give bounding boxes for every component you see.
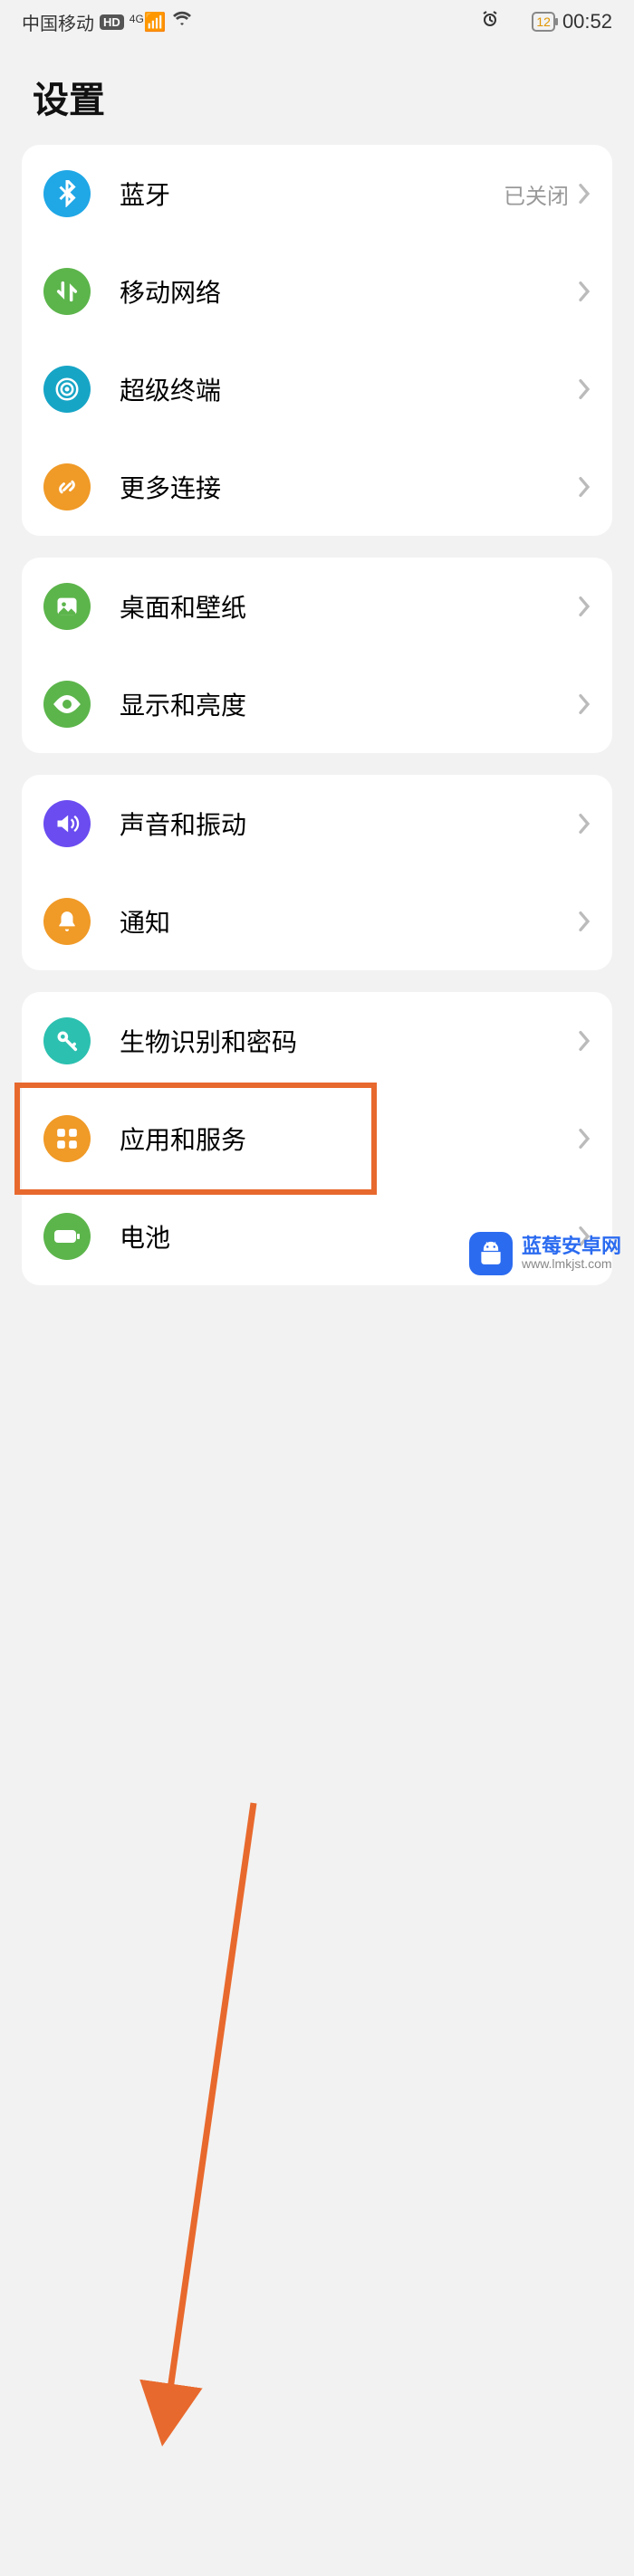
settings-list: 蓝牙已关闭移动网络超级终端更多连接桌面和壁纸显示和亮度声音和振动通知生物识别和密… xyxy=(0,145,634,1285)
row-label: 更多连接 xyxy=(91,469,578,505)
battery-indicator: 12 xyxy=(532,12,555,32)
settings-row-super-terminal[interactable]: 超级终端 xyxy=(22,340,612,438)
row-label: 声音和振动 xyxy=(91,806,578,842)
sound-icon xyxy=(43,800,91,847)
settings-row-display-brightness[interactable]: 显示和亮度 xyxy=(22,655,612,753)
bluetooth-icon xyxy=(43,170,91,217)
chevron-right-icon xyxy=(578,1128,591,1150)
updown-icon xyxy=(43,268,91,315)
watermark-url: www.lmkjst.com xyxy=(522,1257,621,1271)
chevron-right-icon xyxy=(578,476,591,498)
chevron-right-icon xyxy=(578,183,591,205)
status-right: 12 00:52 xyxy=(481,10,612,33)
settings-row-apps-services[interactable]: 应用和服务 xyxy=(22,1090,612,1188)
settings-group: 声音和振动通知 xyxy=(22,775,612,970)
settings-group: 蓝牙已关闭移动网络超级终端更多连接 xyxy=(22,145,612,536)
dnd-moon-icon xyxy=(506,10,524,33)
carrier-label: 中国移动 xyxy=(22,9,94,35)
eye-icon xyxy=(43,681,91,728)
row-label: 超级终端 xyxy=(91,371,578,407)
status-left: 中国移动 HD 4G📶 xyxy=(22,9,192,35)
alarm-icon xyxy=(481,10,499,33)
annotation-arrow xyxy=(0,1307,634,2576)
settings-row-notifications[interactable]: 通知 xyxy=(22,873,612,970)
settings-row-home-wallpaper[interactable]: 桌面和壁纸 xyxy=(22,558,612,655)
signal-icon: 4G📶 xyxy=(130,11,167,33)
settings-row-more-connections[interactable]: 更多连接 xyxy=(22,438,612,536)
row-label: 移动网络 xyxy=(91,273,578,310)
chevron-right-icon xyxy=(578,281,591,302)
watermark-title: 蓝莓安卓网 xyxy=(522,1236,621,1257)
chevron-right-icon xyxy=(578,378,591,400)
settings-row-sound-vibration[interactable]: 声音和振动 xyxy=(22,775,612,873)
row-label: 蓝牙 xyxy=(91,176,504,212)
chevron-right-icon xyxy=(578,693,591,715)
settings-row-biometrics-password[interactable]: 生物识别和密码 xyxy=(22,992,612,1090)
clock-label: 00:52 xyxy=(562,10,612,33)
watermark: 蓝莓安卓网 www.lmkjst.com xyxy=(469,1232,621,1275)
link-icon xyxy=(43,463,91,510)
settings-group: 桌面和壁纸显示和亮度 xyxy=(22,558,612,753)
chevron-right-icon xyxy=(578,596,591,617)
chevron-right-icon xyxy=(578,911,591,932)
key-icon xyxy=(43,1017,91,1064)
battery-icon xyxy=(43,1213,91,1260)
watermark-android-icon xyxy=(469,1232,513,1275)
bell-icon xyxy=(43,898,91,945)
row-label: 应用和服务 xyxy=(91,1121,578,1157)
row-label: 桌面和壁纸 xyxy=(91,588,578,625)
page-title: 设置 xyxy=(0,43,634,145)
row-value: 已关闭 xyxy=(504,178,569,210)
chevron-right-icon xyxy=(578,1030,591,1052)
apps-icon xyxy=(43,1115,91,1162)
status-bar: 中国移动 HD 4G📶 12 00:52 xyxy=(0,0,634,43)
settings-row-mobile-network[interactable]: 移动网络 xyxy=(22,243,612,340)
row-label: 通知 xyxy=(91,903,578,940)
hd-badge: HD xyxy=(100,14,124,30)
settings-row-bluetooth[interactable]: 蓝牙已关闭 xyxy=(22,145,612,243)
chevron-right-icon xyxy=(578,813,591,835)
wifi-icon xyxy=(172,11,192,33)
row-label: 生物识别和密码 xyxy=(91,1023,578,1059)
row-label: 显示和亮度 xyxy=(91,686,578,722)
picture-icon xyxy=(43,583,91,630)
target-icon xyxy=(43,366,91,413)
